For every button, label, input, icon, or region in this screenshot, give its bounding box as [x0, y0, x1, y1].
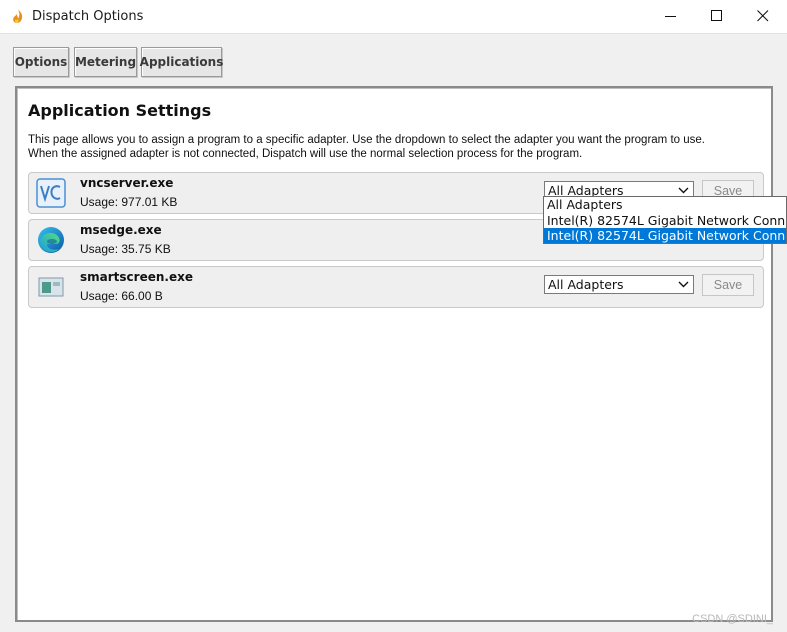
dropdown-option[interactable]: Intel(R) 82574L Gigabit Network Connec	[544, 213, 786, 229]
watermark: CSDN @SDINI_	[692, 613, 773, 625]
page-description: This page allows you to assign a program…	[28, 133, 758, 161]
close-icon	[757, 10, 769, 22]
window-title: Dispatch Options	[32, 9, 144, 24]
chevron-down-icon	[678, 281, 689, 288]
adapter-dropdown-list: All Adapters Intel(R) 82574L Gigabit Net…	[543, 196, 787, 244]
page-title: Application Settings	[28, 101, 212, 120]
app-row-smartscreen: smartscreen.exe Usage: 66.00 B All Adapt…	[28, 266, 764, 308]
save-button[interactable]: Save	[702, 274, 754, 296]
minimize-icon	[665, 16, 676, 17]
app-name: msedge.exe	[80, 223, 162, 237]
dropdown-option-highlighted[interactable]: Intel(R) 82574L Gigabit Network Connec	[544, 228, 786, 243]
maximize-button[interactable]	[694, 0, 740, 32]
app-name: vncserver.exe	[80, 176, 174, 190]
edge-icon	[36, 225, 66, 255]
app-usage: Usage: 35.75 KB	[80, 242, 171, 256]
app-name: smartscreen.exe	[80, 270, 193, 284]
app-usage: Usage: 977.01 KB	[80, 195, 178, 209]
adapter-select[interactable]: All Adapters	[544, 275, 694, 294]
tab-applications[interactable]: Applications	[140, 47, 223, 77]
tab-metering[interactable]: Metering	[74, 47, 137, 77]
dispatch-flame-icon	[10, 8, 26, 24]
app-usage: Usage: 66.00 B	[80, 289, 163, 303]
smartscreen-icon	[36, 272, 66, 302]
tab-options[interactable]: Options	[13, 47, 69, 77]
maximize-icon	[711, 10, 722, 21]
chevron-down-icon	[678, 187, 689, 194]
close-button[interactable]	[740, 0, 786, 32]
vnc-icon	[36, 178, 66, 208]
adapter-select-value: All Adapters	[548, 277, 624, 292]
applications-panel: Application Settings This page allows yo…	[15, 86, 773, 622]
description-line-1: This page allows you to assign a program…	[28, 134, 705, 146]
description-line-2: When the assigned adapter is not connect…	[28, 148, 583, 160]
dropdown-option[interactable]: All Adapters	[544, 197, 786, 213]
minimize-button[interactable]	[648, 0, 694, 32]
title-bar: Dispatch Options	[0, 0, 787, 34]
